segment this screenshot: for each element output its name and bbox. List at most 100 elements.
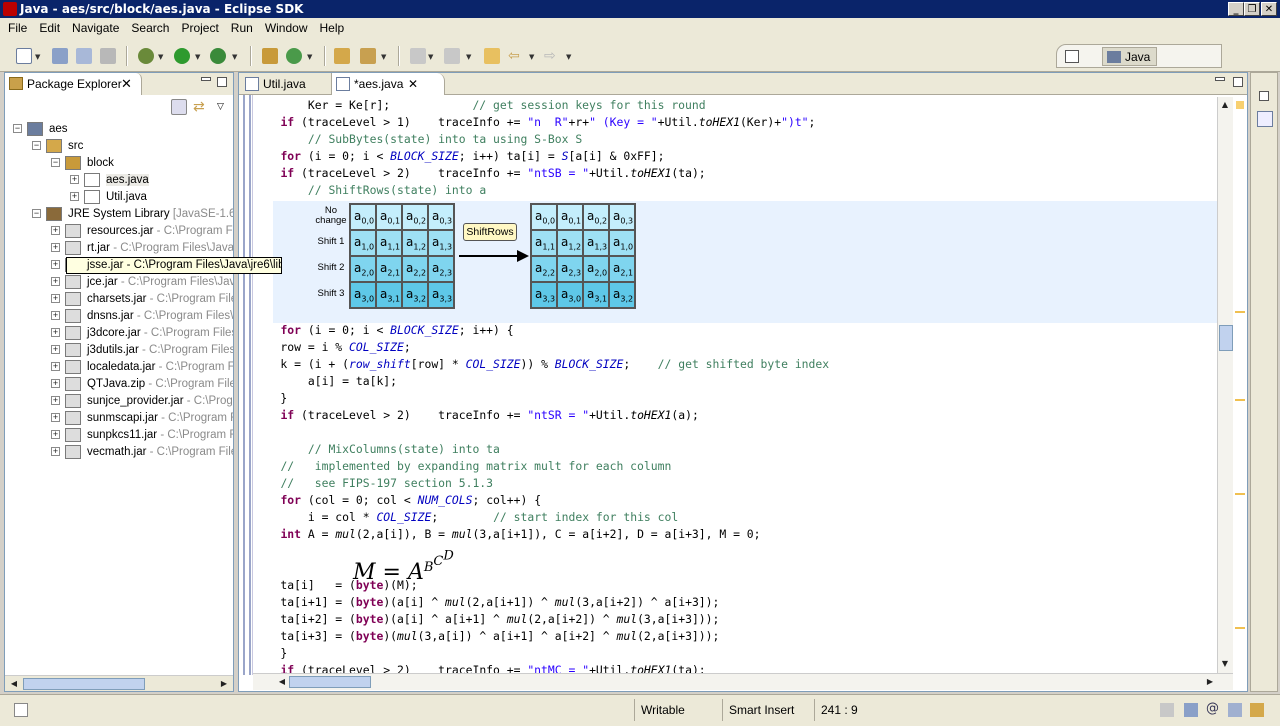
tree-expander-icon[interactable]: + <box>51 430 60 439</box>
print-icon[interactable] <box>100 48 116 64</box>
tree-item[interactable]: + j3dcore.jar - C:\Program Files <box>5 325 233 342</box>
tree-item[interactable]: − aes <box>5 121 233 138</box>
tree-item[interactable]: + sunmscapi.jar - C:\Program Fil <box>5 410 233 427</box>
tree-item[interactable]: + localedata.jar - C:\Program Fil <box>5 359 233 376</box>
tree-item[interactable]: + j3dutils.jar - C:\Program Files\ <box>5 342 233 359</box>
tab-util-java[interactable]: Util.java <box>241 73 329 95</box>
debug-icon[interactable] <box>138 48 154 64</box>
minimize-view-icon[interactable] <box>201 77 211 81</box>
menu-edit[interactable]: Edit <box>33 21 66 35</box>
collapse-all-icon[interactable] <box>171 99 187 115</box>
tree-expander-icon[interactable]: + <box>51 260 60 269</box>
tree-expander-icon[interactable]: − <box>51 158 60 167</box>
tree-item[interactable]: − block <box>5 155 233 172</box>
tree-expander-icon[interactable]: + <box>70 175 79 184</box>
last-edit-location-icon[interactable] <box>484 48 500 64</box>
code-area[interactable]: a0,0 a0,1 a0,2 a0,3 a1,0 a1,1 a1,2 a1,3 a2,0 a2,1… <box>253 97 1217 673</box>
tree-expander-icon[interactable]: + <box>51 413 60 422</box>
tree-item[interactable]: − src <box>5 138 233 155</box>
tree-expander-icon[interactable]: + <box>51 294 60 303</box>
link-with-editor-icon[interactable]: ⇄ <box>193 99 209 115</box>
next-annotation-icon[interactable] <box>410 48 426 64</box>
close-icon[interactable]: ✕ <box>121 73 132 95</box>
tree-item[interactable]: + sunpkcs11.jar - C:\Program Fi <box>5 427 233 444</box>
tree-expander-icon[interactable]: + <box>51 243 60 252</box>
minimize-editor-icon[interactable] <box>1215 77 1225 81</box>
save-icon[interactable] <box>52 48 68 64</box>
scroll-left-icon[interactable]: ◀ <box>275 675 289 689</box>
tree-expander-icon[interactable]: − <box>13 124 22 133</box>
declaration-icon[interactable] <box>1228 703 1242 717</box>
tree-expander-icon[interactable]: + <box>51 379 60 388</box>
scroll-down-icon[interactable]: ▼ <box>1218 657 1232 671</box>
tree-expander-icon[interactable]: + <box>51 447 60 456</box>
new-class-icon[interactable] <box>286 48 302 64</box>
restore-view-icon[interactable] <box>1259 91 1269 101</box>
maximize-window-button[interactable]: ❐ <box>1244 2 1260 16</box>
menu-project[interactable]: Project <box>175 21 224 35</box>
run-icon[interactable] <box>174 48 190 64</box>
menu-run[interactable]: Run <box>225 21 259 35</box>
menu-navigate[interactable]: Navigate <box>66 21 125 35</box>
annotation-summary-icon[interactable] <box>1236 101 1244 109</box>
tree-item[interactable]: + Util.java <box>5 189 233 206</box>
forward-arrow-icon[interactable]: ⇨ <box>544 48 560 64</box>
tree-item[interactable]: + vecmath.jar - C:\Program Files <box>5 444 233 461</box>
tree-expander-icon[interactable]: + <box>51 277 60 286</box>
tree-item[interactable]: + rt.jar - C:\Program Files\Java\ <box>5 240 233 257</box>
explorer-horizontal-scrollbar[interactable]: ◀ ▶ <box>5 675 233 691</box>
scroll-right-icon[interactable]: ▶ <box>1203 675 1217 689</box>
tree-item[interactable]: + QTJava.zip - C:\Program Files <box>5 376 233 393</box>
minimize-icon[interactable] <box>1160 703 1174 717</box>
tasks-icon[interactable] <box>1184 703 1198 717</box>
tree-item[interactable]: + jce.jar - C:\Program Files\Java <box>5 274 233 291</box>
new-package-icon[interactable] <box>262 48 278 64</box>
maximize-editor-icon[interactable] <box>1233 77 1243 87</box>
open-perspective-icon[interactable] <box>1065 50 1079 63</box>
outline-view-icon[interactable] <box>1257 111 1273 127</box>
tree-expander-icon[interactable]: + <box>51 345 60 354</box>
editor-horizontal-scrollbar[interactable]: ◀ ▶ <box>253 673 1233 690</box>
editor-vertical-scrollbar[interactable]: ▲ ▼ <box>1217 97 1233 673</box>
tree-item[interactable]: + charsets.jar - C:\Program Files <box>5 291 233 308</box>
editor-hscroll-thumb[interactable] <box>289 676 371 688</box>
menu-file[interactable]: File <box>2 21 33 35</box>
java-perspective-button[interactable]: Java <box>1102 47 1158 66</box>
save-all-icon[interactable] <box>76 48 92 64</box>
overview-marker[interactable] <box>1235 311 1245 313</box>
view-menu-icon[interactable]: ▽ <box>217 99 233 115</box>
tree-expander-icon[interactable]: + <box>51 226 60 235</box>
explorer-scroll-thumb[interactable] <box>23 678 145 690</box>
tree-expander-icon[interactable]: − <box>32 209 41 218</box>
scroll-right-icon[interactable]: ▶ <box>217 677 231 691</box>
scroll-up-icon[interactable]: ▲ <box>1218 98 1232 112</box>
search-icon[interactable] <box>360 48 376 64</box>
overview-marker[interactable] <box>1235 493 1245 495</box>
tree-expander-icon[interactable]: + <box>51 362 60 371</box>
open-type-icon[interactable] <box>334 48 350 64</box>
external-tools-icon[interactable] <box>210 48 226 64</box>
minimize-window-button[interactable]: _ <box>1228 2 1244 16</box>
console-icon[interactable] <box>1250 703 1264 717</box>
tree-item[interactable]: + aes.java <box>5 172 233 189</box>
tree-item[interactable]: + dnsns.jar - C:\Program Files\J <box>5 308 233 325</box>
menu-window[interactable]: Window <box>259 21 314 35</box>
tree-item[interactable]: + sunjce_provider.jar - C:\Progr <box>5 393 233 410</box>
tree-item[interactable]: + resources.jar - C:\Program Fil <box>5 223 233 240</box>
overview-marker[interactable] <box>1235 399 1245 401</box>
tab-aes-java[interactable]: *aes.java ✕ <box>331 73 445 95</box>
new-icon[interactable] <box>16 48 32 64</box>
overview-marker[interactable] <box>1235 627 1245 629</box>
close-window-button[interactable]: ✕ <box>1261 2 1277 16</box>
previous-annotation-icon[interactable] <box>444 48 460 64</box>
maximize-view-icon[interactable] <box>217 77 227 87</box>
javadoc-icon[interactable]: @ <box>1206 701 1219 716</box>
tree-expander-icon[interactable]: − <box>32 141 41 150</box>
tree-item[interactable]: − JRE System Library [JavaSE-1.6] <box>5 206 233 223</box>
menu-help[interactable]: Help <box>314 21 351 35</box>
tab-package-explorer[interactable]: Package Explorer ✕ <box>5 73 142 95</box>
tree-expander-icon[interactable]: + <box>70 192 79 201</box>
tree-expander-icon[interactable]: + <box>51 311 60 320</box>
tree-expander-icon[interactable]: + <box>51 328 60 337</box>
editor-scroll-thumb[interactable] <box>1219 325 1233 351</box>
